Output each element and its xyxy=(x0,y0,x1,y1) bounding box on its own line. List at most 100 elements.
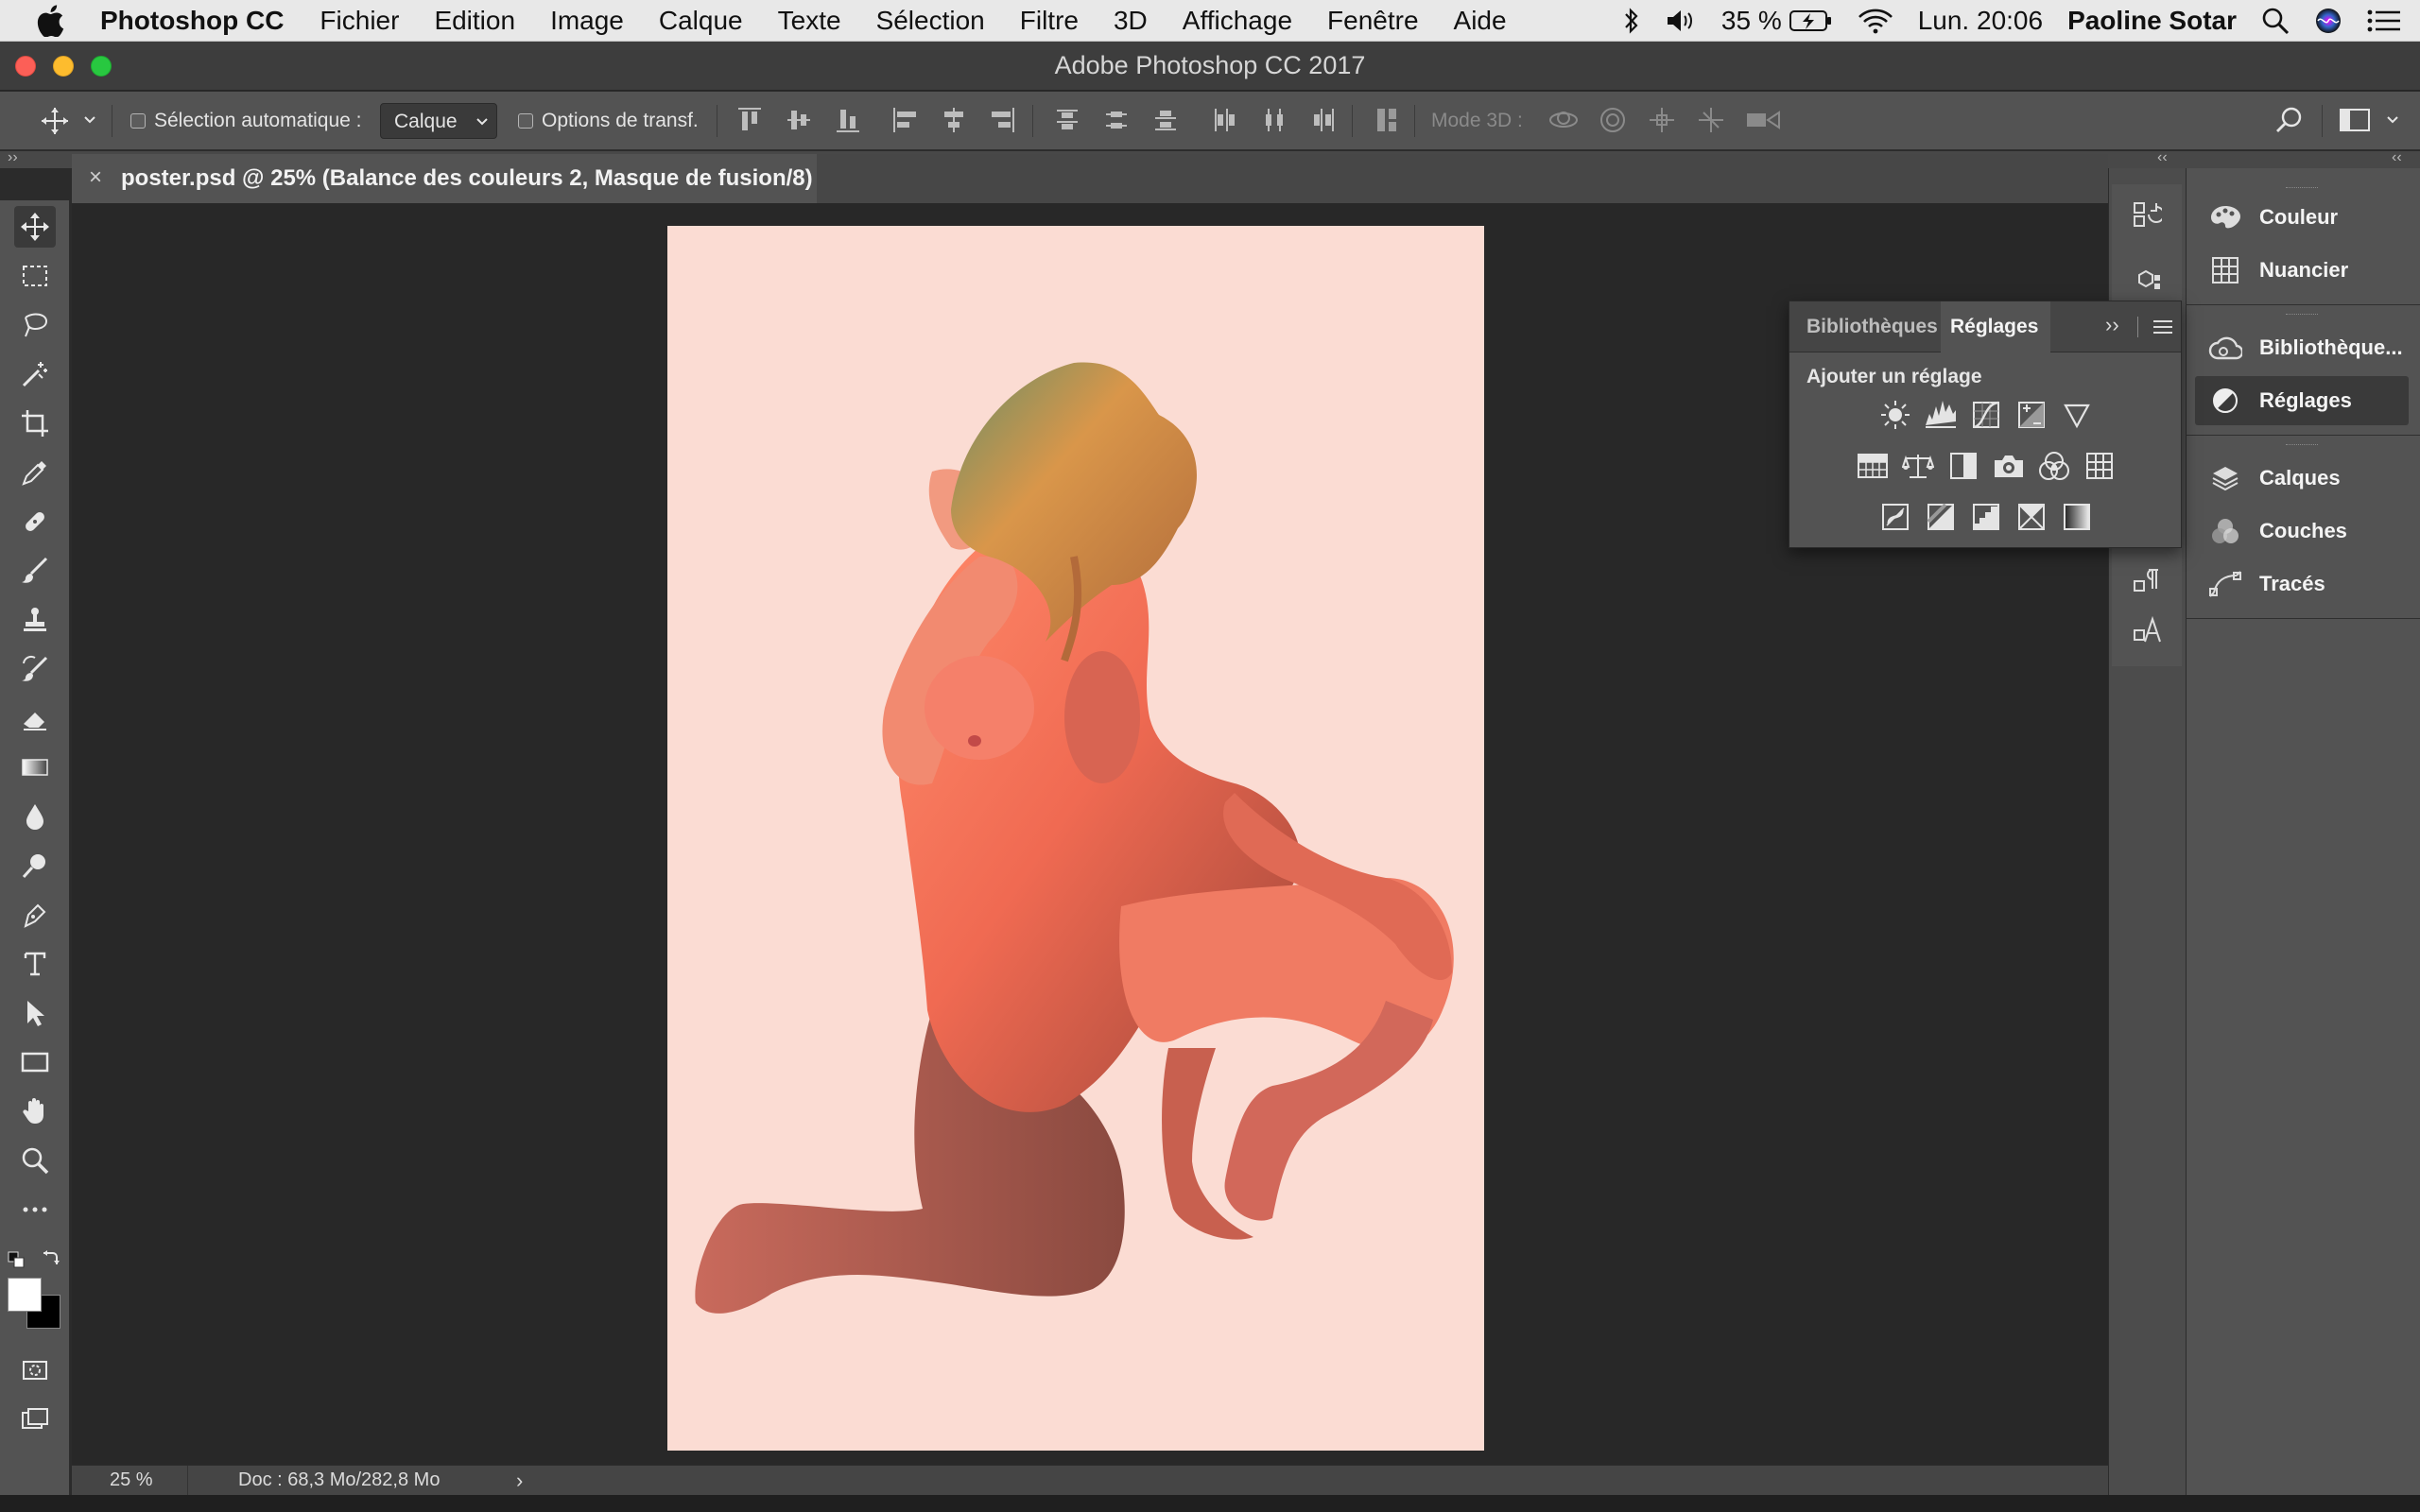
quick-mask-icon[interactable] xyxy=(14,1349,56,1391)
align-right-edges-icon[interactable] xyxy=(989,105,1017,135)
magic-wand-tool-icon[interactable] xyxy=(14,353,56,395)
menu-image[interactable]: Image xyxy=(550,6,624,36)
move-tool-preset-icon[interactable] xyxy=(36,103,74,139)
path-selection-tool-icon[interactable] xyxy=(14,992,56,1034)
panel-menu-icon[interactable] xyxy=(2152,318,2173,335)
preset-chevron-down-icon[interactable] xyxy=(83,109,96,131)
menu-aide[interactable]: Aide xyxy=(1454,6,1507,36)
panel-grip[interactable] xyxy=(2286,314,2318,317)
panel-calques[interactable]: Calques xyxy=(2195,454,2409,503)
color-balance-icon[interactable] xyxy=(1901,449,1935,483)
distribute-horizontal-centers-icon[interactable] xyxy=(1259,105,1288,135)
eraser-tool-icon[interactable] xyxy=(14,697,56,739)
notification-center-icon[interactable] xyxy=(2367,9,2401,33)
volume-icon[interactable] xyxy=(1665,8,1697,34)
brush-tool-icon[interactable] xyxy=(14,550,56,592)
zoom-tool-icon[interactable] xyxy=(14,1140,56,1181)
distribute-bottom-icon[interactable] xyxy=(1151,105,1180,135)
bluetooth-icon[interactable] xyxy=(1623,7,1640,35)
auto-align-layers-icon[interactable] xyxy=(1373,105,1401,135)
search-icon[interactable] xyxy=(2274,105,2305,135)
distribute-left-icon[interactable] xyxy=(1210,105,1238,135)
panel-couleur[interactable]: Couleur xyxy=(2195,193,2409,242)
gradient-tool-icon[interactable] xyxy=(14,747,56,788)
type-tool-icon[interactable] xyxy=(14,943,56,985)
transform-controls-checkbox[interactable] xyxy=(518,113,533,129)
channel-mixer-icon[interactable] xyxy=(2037,449,2071,483)
menu-clock[interactable]: Lun. 20:06 xyxy=(1918,6,2043,36)
document-size-info[interactable]: Doc : 68,3 Mo/282,8 Mo xyxy=(238,1469,440,1491)
rectangular-marquee-tool-icon[interactable] xyxy=(14,255,56,297)
rectangle-tool-icon[interactable] xyxy=(14,1041,56,1083)
default-colors-icon[interactable] xyxy=(8,1251,26,1270)
menu-fenetre[interactable]: Fenêtre xyxy=(1327,6,1419,36)
swap-colors-icon[interactable] xyxy=(40,1247,60,1268)
align-left-edges-icon[interactable] xyxy=(890,105,919,135)
posterize-icon[interactable] xyxy=(1924,500,1958,534)
character-styles-icon[interactable] xyxy=(2128,611,2166,649)
distribute-vertical-centers-icon[interactable] xyxy=(1102,105,1131,135)
lasso-tool-icon[interactable] xyxy=(14,304,56,346)
screen-mode-icon[interactable] xyxy=(14,1399,56,1440)
expand-tools-icon[interactable]: ›› xyxy=(8,149,18,166)
brightness-contrast-icon[interactable] xyxy=(1878,398,1912,432)
workspace-chevron-down-icon[interactable] xyxy=(2386,111,2399,129)
document-canvas[interactable] xyxy=(667,226,1484,1451)
panel-traces[interactable]: Tracés xyxy=(2195,559,2409,609)
align-bottom-edges-icon[interactable] xyxy=(834,105,862,135)
edit-toolbar-icon[interactable] xyxy=(14,1189,56,1230)
workspace-switcher-icon[interactable] xyxy=(2339,105,2371,135)
tab-reglages[interactable]: Réglages xyxy=(1941,301,2050,352)
menu-3d[interactable]: 3D xyxy=(1114,6,1148,36)
dodge-tool-icon[interactable] xyxy=(14,845,56,886)
close-document-icon[interactable]: × xyxy=(89,164,102,191)
pen-tool-icon[interactable] xyxy=(14,894,56,936)
auto-select-checkbox[interactable] xyxy=(130,113,146,129)
menu-fichier[interactable]: Fichier xyxy=(320,6,399,36)
apple-menu-icon[interactable] xyxy=(36,4,74,37)
distribute-top-icon[interactable] xyxy=(1053,105,1081,135)
clone-stamp-tool-icon[interactable] xyxy=(14,599,56,641)
invert-icon[interactable] xyxy=(1878,500,1912,534)
menu-edition[interactable]: Edition xyxy=(434,6,515,36)
menu-selection[interactable]: Sélection xyxy=(876,6,985,36)
menu-app-name[interactable]: Photoshop CC xyxy=(100,6,284,36)
siri-icon[interactable] xyxy=(2314,7,2342,35)
document-tab[interactable]: × poster.psd @ 25% (Balance des couleurs… xyxy=(72,154,817,203)
menu-affichage[interactable]: Affichage xyxy=(1183,6,1292,36)
crop-tool-icon[interactable] xyxy=(14,403,56,444)
foreground-color-swatch[interactable] xyxy=(8,1278,42,1312)
panel-reglages[interactable]: Réglages xyxy=(2195,376,2409,425)
menu-texte[interactable]: Texte xyxy=(778,6,841,36)
exposure-icon[interactable] xyxy=(2014,398,2048,432)
hue-saturation-icon[interactable] xyxy=(1856,449,1890,483)
panel-nuancier[interactable]: Nuancier xyxy=(2195,246,2409,295)
history-panel-icon[interactable] xyxy=(2128,196,2166,233)
black-white-icon[interactable] xyxy=(1946,449,1980,483)
threshold-icon[interactable] xyxy=(1969,500,2003,534)
align-vertical-centers-icon[interactable] xyxy=(785,105,813,135)
collapse-to-icons-icon[interactable]: ›› xyxy=(2105,313,2119,337)
spot-healing-brush-tool-icon[interactable] xyxy=(14,501,56,542)
history-brush-tool-icon[interactable] xyxy=(14,648,56,690)
panel-bibliotheques[interactable]: Bibliothèque... xyxy=(2195,323,2409,372)
distribute-right-icon[interactable] xyxy=(1308,105,1337,135)
wifi-icon[interactable] xyxy=(1858,8,1893,34)
menu-user[interactable]: Paoline Sotar xyxy=(2067,6,2237,36)
collapse-dock1-icon[interactable]: ‹‹ xyxy=(2157,149,2168,166)
align-top-edges-icon[interactable] xyxy=(735,105,764,135)
status-menu-arrow-icon[interactable]: › xyxy=(516,1469,523,1493)
curves-icon[interactable] xyxy=(1969,398,2003,432)
color-lookup-icon[interactable] xyxy=(2083,449,2117,483)
3d-panel-icon[interactable] xyxy=(2128,267,2166,296)
panel-grip[interactable] xyxy=(2286,444,2318,447)
blur-tool-icon[interactable] xyxy=(14,796,56,837)
paragraph-styles-icon[interactable] xyxy=(2128,562,2166,600)
eyedropper-tool-icon[interactable] xyxy=(14,452,56,493)
menu-calque[interactable]: Calque xyxy=(659,6,743,36)
panel-couches[interactable]: Couches xyxy=(2195,507,2409,556)
align-horizontal-centers-icon[interactable] xyxy=(940,105,968,135)
gradient-map-icon[interactable] xyxy=(2060,500,2094,534)
auto-select-target-dropdown[interactable]: Calque xyxy=(380,103,497,139)
tab-bibliotheques[interactable]: Bibliothèques xyxy=(1806,301,1938,352)
